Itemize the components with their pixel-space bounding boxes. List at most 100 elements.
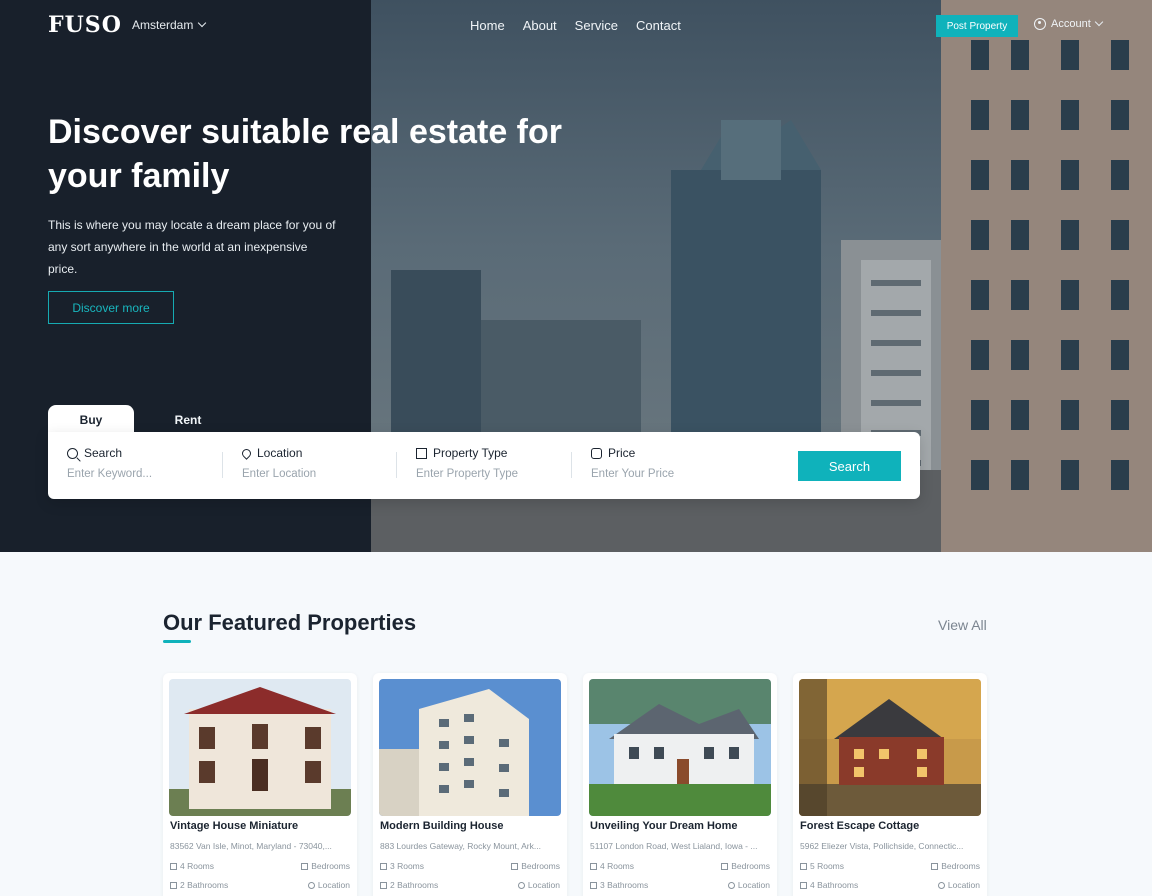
bedrooms-label: Bedrooms bbox=[311, 861, 350, 871]
tab-rent[interactable]: Rent bbox=[160, 405, 216, 435]
account-label: Account bbox=[1051, 18, 1091, 30]
property-image[interactable] bbox=[169, 679, 351, 816]
price-field[interactable]: Price Enter Your Price bbox=[591, 446, 761, 480]
chevron-down-icon bbox=[198, 18, 207, 28]
tab-buy[interactable]: Buy bbox=[48, 405, 134, 435]
city-label: Amsterdam bbox=[132, 18, 194, 32]
property-meta-row: 2 Bathrooms Location bbox=[380, 880, 560, 890]
property-card[interactable]: Modern Building House 883 Lourdes Gatewa… bbox=[373, 673, 567, 896]
location-pin-icon bbox=[307, 881, 315, 889]
bathrooms-count: 4 Bathrooms bbox=[810, 880, 859, 890]
price-label: Price bbox=[608, 446, 636, 460]
location-label: Location bbox=[257, 446, 303, 460]
property-card[interactable]: Unveiling Your Dream Home 51107 London R… bbox=[583, 673, 777, 896]
rooms-count: 4 Rooms bbox=[180, 861, 215, 871]
divider bbox=[571, 452, 572, 478]
location-info: Location bbox=[937, 880, 980, 890]
property-image[interactable] bbox=[589, 679, 771, 816]
property-card[interactable]: Forest Escape Cottage 5962 Eliezer Vista… bbox=[793, 673, 987, 896]
property-meta-row: 2 Bathrooms Location bbox=[170, 880, 350, 890]
search-button[interactable]: Search bbox=[798, 451, 901, 481]
rooms-icon bbox=[170, 862, 177, 870]
bathrooms-count: 2 Bathrooms bbox=[180, 880, 229, 890]
bedrooms-info: Bedrooms bbox=[511, 861, 560, 871]
nav-home[interactable]: Home bbox=[470, 18, 505, 33]
search-icon bbox=[67, 447, 78, 459]
chevron-down-icon bbox=[1094, 17, 1103, 27]
location-field[interactable]: Location Enter Location bbox=[240, 446, 412, 480]
location-input[interactable]: Enter Location bbox=[242, 468, 412, 480]
property-search-panel: Search Enter Keyword... Location Enter L… bbox=[48, 432, 920, 499]
rooms-info: 4 Rooms bbox=[590, 861, 634, 871]
bedrooms-label: Bedrooms bbox=[521, 861, 560, 871]
property-address: 51107 London Road, West Lialand, Iowa - … bbox=[590, 841, 758, 851]
price-input[interactable]: Enter Your Price bbox=[591, 468, 761, 480]
property-image[interactable] bbox=[799, 679, 981, 816]
location-pin-icon bbox=[240, 446, 253, 460]
bed-icon bbox=[301, 862, 309, 870]
nav-service[interactable]: Service bbox=[575, 18, 618, 33]
bathrooms-info: 2 Bathrooms bbox=[170, 880, 228, 890]
bed-icon bbox=[721, 862, 729, 870]
bath-icon bbox=[380, 881, 387, 889]
price-tag-icon bbox=[591, 447, 602, 459]
divider bbox=[396, 452, 397, 478]
property-meta-row: 4 Rooms Bedrooms bbox=[590, 861, 770, 871]
bathrooms-info: 2 Bathrooms bbox=[380, 880, 438, 890]
bathrooms-count: 3 Bathrooms bbox=[600, 880, 649, 890]
property-address: 83562 Van Isle, Minot, Maryland - 73040,… bbox=[170, 841, 332, 851]
rooms-count: 5 Rooms bbox=[810, 861, 845, 871]
view-all-link[interactable]: View All bbox=[938, 617, 987, 633]
nav-about[interactable]: About bbox=[523, 18, 557, 33]
location-label: Location bbox=[947, 880, 980, 890]
property-name[interactable]: Modern Building House bbox=[380, 820, 503, 832]
property-type-field[interactable]: Property Type Enter Property Type bbox=[416, 446, 586, 480]
property-address: 883 Lourdes Gateway, Rocky Mount, Ark... bbox=[380, 841, 541, 851]
property-meta-row: 3 Rooms Bedrooms bbox=[380, 861, 560, 871]
account-menu[interactable]: Account bbox=[1034, 17, 1103, 30]
rooms-info: 3 Rooms bbox=[380, 861, 424, 871]
property-type-input[interactable]: Enter Property Type bbox=[416, 468, 586, 480]
building-icon bbox=[416, 447, 427, 459]
bed-icon bbox=[931, 862, 939, 870]
main-nav: Home About Service Contact bbox=[470, 18, 681, 33]
bath-icon bbox=[590, 881, 597, 889]
nav-contact[interactable]: Contact bbox=[636, 18, 681, 33]
property-meta-row: 5 Rooms Bedrooms bbox=[800, 861, 980, 871]
rooms-icon bbox=[380, 862, 387, 870]
bedrooms-info: Bedrooms bbox=[931, 861, 980, 871]
rooms-info: 4 Rooms bbox=[170, 861, 214, 871]
bedrooms-info: Bedrooms bbox=[301, 861, 350, 871]
bath-icon bbox=[800, 881, 807, 889]
user-icon bbox=[1034, 18, 1046, 30]
bedrooms-label: Bedrooms bbox=[731, 861, 770, 871]
property-type-label: Property Type bbox=[433, 446, 508, 460]
location-info: Location bbox=[307, 880, 350, 890]
keyword-input[interactable]: Enter Keyword... bbox=[67, 468, 237, 480]
discover-more-button[interactable]: Discover more bbox=[48, 291, 174, 324]
property-name[interactable]: Unveiling Your Dream Home bbox=[590, 820, 738, 832]
property-name[interactable]: Forest Escape Cottage bbox=[800, 820, 919, 832]
bathrooms-info: 3 Bathrooms bbox=[590, 880, 648, 890]
keyword-field[interactable]: Search Enter Keyword... bbox=[67, 446, 237, 480]
logo[interactable]: FUSO bbox=[48, 12, 122, 38]
property-meta-row: 4 Rooms Bedrooms bbox=[170, 861, 350, 871]
bathrooms-count: 2 Bathrooms bbox=[390, 880, 439, 890]
city-selector[interactable]: Amsterdam bbox=[132, 18, 207, 32]
location-info: Location bbox=[727, 880, 770, 890]
bath-icon bbox=[170, 881, 177, 889]
keyword-label: Search bbox=[84, 446, 123, 460]
property-meta-row: 4 Bathrooms Location bbox=[800, 880, 980, 890]
location-label: Location bbox=[317, 880, 350, 890]
rooms-count: 3 Rooms bbox=[390, 861, 425, 871]
rooms-info: 5 Rooms bbox=[800, 861, 844, 871]
bed-icon bbox=[511, 862, 519, 870]
featured-title: Our Featured Properties bbox=[163, 610, 417, 635]
property-name[interactable]: Vintage House Miniature bbox=[170, 820, 298, 832]
property-image[interactable] bbox=[379, 679, 561, 816]
bedrooms-info: Bedrooms bbox=[721, 861, 770, 871]
bedrooms-label: Bedrooms bbox=[941, 861, 980, 871]
property-card[interactable]: Vintage House Miniature 83562 Van Isle, … bbox=[163, 673, 357, 896]
post-property-button[interactable]: Post Property bbox=[936, 15, 1018, 37]
hero-lead: This is where you may locate a dream pla… bbox=[48, 218, 336, 276]
